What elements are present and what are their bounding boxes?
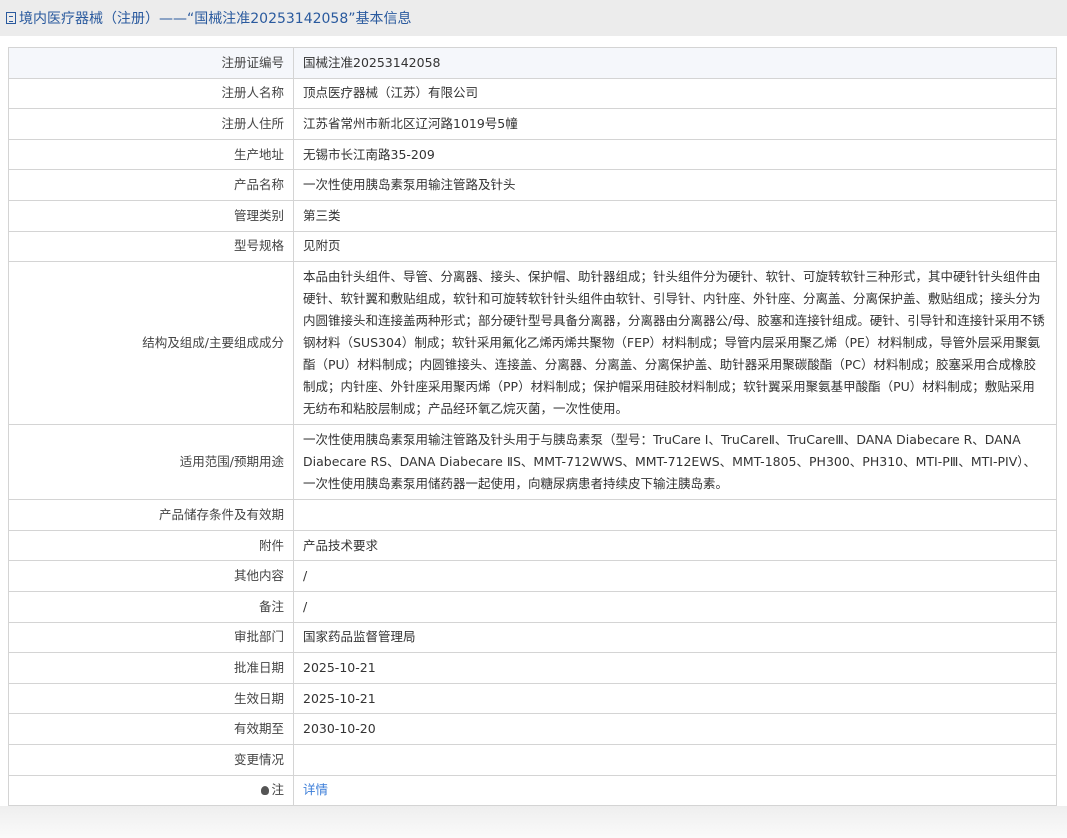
table-row: 有效期至 2030-10-20: [8, 713, 1057, 745]
row-label: 适用范围/预期用途: [8, 424, 294, 501]
note-label-text: 注: [271, 782, 284, 798]
row-label: 备注: [8, 590, 294, 623]
row-value: [293, 499, 1057, 531]
table-row: 注册人住所 江苏省常州市新北区辽河路1019号5幢: [8, 108, 1057, 140]
info-table: 注册证编号 国械注准20253142058 注册人名称 顶点医疗器械（江苏）有限公司注…: [8, 47, 1057, 807]
table-row: 型号规格 见附页: [8, 230, 1057, 263]
row-value: 本品由针头组件、导管、分离器、接头、保护帽、助针器组成；针头组件分为硬针、软针、…: [293, 261, 1057, 426]
table-row: 注册人名称 顶点医疗器械（江苏）有限公司: [8, 77, 1057, 110]
table-row: 管理类别 第三类: [8, 199, 1057, 232]
row-label: 生效日期: [8, 682, 294, 715]
row-value: 第三类: [293, 199, 1057, 232]
row-label: 生产地址: [8, 138, 294, 171]
row-value: 2025-10-21: [293, 652, 1057, 684]
row-value: 国械注准20253142058: [293, 47, 1057, 79]
row-label: 型号规格: [8, 230, 294, 263]
row-value: [293, 743, 1057, 776]
table-row: 审批部门 国家药品监督管理局: [8, 621, 1057, 654]
table-row: 产品名称 一次性使用胰岛素泵用输注管路及针头: [8, 169, 1057, 201]
table-row: 生产地址 无锡市长江南路35-209: [8, 138, 1057, 171]
row-value: 见附页: [293, 230, 1057, 263]
row-value: 产品技术要求: [293, 529, 1057, 562]
row-value: 一次性使用胰岛素泵用输注管路及针头用于与胰岛素泵（型号：TruCare Ⅰ、Tr…: [293, 424, 1057, 501]
row-label: 注册人名称: [8, 77, 294, 110]
table-row: 适用范围/预期用途 一次性使用胰岛素泵用输注管路及针头用于与胰岛素泵（型号：Tru…: [8, 424, 1057, 501]
table-row: 变更情况: [8, 743, 1057, 776]
table-row: 其他内容 /: [8, 560, 1057, 592]
page-title: 境内医疗器械（注册）——“国械注准20253142058”基本信息: [19, 11, 412, 27]
note-value: 详情: [293, 774, 1057, 807]
row-value: 一次性使用胰岛素泵用输注管路及针头: [293, 169, 1057, 201]
row-label: 注册证编号: [8, 47, 294, 79]
table-row-note: 注 详情: [8, 774, 1057, 807]
table-row: 结构及组成/主要组成成分 本品由针头组件、导管、分离器、接头、保护帽、助针器组成；…: [8, 261, 1057, 426]
row-label: 注册人住所: [8, 108, 294, 140]
row-label: 其他内容: [8, 560, 294, 592]
row-value: 2030-10-20: [293, 713, 1057, 745]
row-label: 审批部门: [8, 621, 294, 654]
table-row: 批准日期 2025-10-21: [8, 652, 1057, 684]
row-label: 管理类别: [8, 199, 294, 232]
details-link[interactable]: 详情: [303, 782, 328, 797]
row-value: 2025-10-21: [293, 682, 1057, 715]
row-value: 无锡市长江南路35-209: [293, 138, 1057, 171]
row-label: 附件: [8, 529, 294, 562]
table-row: 附件 产品技术要求: [8, 529, 1057, 562]
page-header: 境内医疗器械（注册）——“国械注准20253142058”基本信息: [0, 0, 1067, 36]
row-value: /: [293, 590, 1057, 623]
row-label: 产品储存条件及有效期: [8, 499, 294, 531]
row-value: 江苏省常州市新北区辽河路1019号5幢: [293, 108, 1057, 140]
row-label: 变更情况: [8, 743, 294, 776]
table-row: 备注 /: [8, 590, 1057, 623]
row-label: 结构及组成/主要组成成分: [8, 261, 294, 426]
row-label: 产品名称: [8, 169, 294, 201]
note-label: 注: [8, 774, 294, 807]
row-value: 顶点医疗器械（江苏）有限公司: [293, 77, 1057, 110]
table-row: 产品储存条件及有效期: [8, 499, 1057, 531]
footer-shadow: [0, 806, 1067, 838]
row-value: 国家药品监督管理局: [293, 621, 1057, 654]
row-label: 批准日期: [8, 652, 294, 684]
document-icon: [6, 12, 16, 24]
lightbulb-icon: [261, 786, 270, 796]
row-label: 有效期至: [8, 713, 294, 745]
table-row: 注册证编号 国械注准20253142058: [8, 47, 1057, 79]
row-value: /: [293, 560, 1057, 592]
table-row: 生效日期 2025-10-21: [8, 682, 1057, 715]
